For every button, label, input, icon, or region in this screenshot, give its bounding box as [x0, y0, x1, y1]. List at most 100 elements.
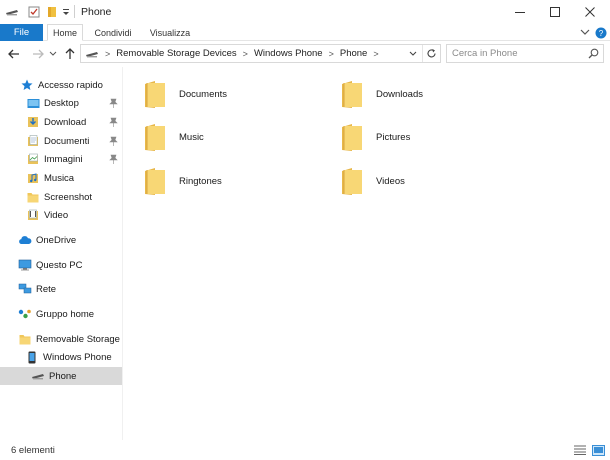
folder-item-pictures[interactable]: Pictures: [320, 117, 510, 157]
sidebar-item-label: Musica: [44, 172, 75, 184]
breadcrumb-windows-phone[interactable]: Windows Phone: [254, 48, 323, 59]
sidebar-item-this-pc[interactable]: Questo PC: [0, 256, 122, 274]
maximize-button[interactable]: [537, 0, 573, 24]
details-view-button[interactable]: [573, 444, 587, 456]
sidebar-item-label: Desktop: [44, 97, 79, 109]
breadcrumb: > Removable Storage Devices > Windows Ph…: [85, 45, 385, 62]
drive-icon[interactable]: [4, 4, 20, 20]
tab-view[interactable]: Visualizza: [144, 24, 196, 41]
pin-icon: [109, 98, 118, 108]
customize-dropdown-icon[interactable]: [61, 4, 71, 20]
arrow-left-icon: [8, 49, 19, 59]
folder-item-ringtones[interactable]: Ringtones: [123, 161, 313, 201]
folder-icon: [342, 81, 362, 108]
video-folder-icon: [26, 208, 40, 222]
arrow-right-icon: [33, 49, 44, 59]
tab-file[interactable]: File: [0, 24, 43, 41]
help-button[interactable]: ?: [594, 26, 607, 39]
folder-label: Pictures: [376, 131, 411, 143]
cloud-icon: [18, 233, 32, 247]
refresh-icon: [427, 49, 436, 58]
item-count: 6 elementi: [11, 445, 55, 456]
sidebar-item-windows-phone[interactable]: Windows Phone: [0, 348, 122, 366]
new-folder-icon[interactable]: [46, 4, 58, 20]
window-title: Phone: [81, 6, 112, 18]
folder-icon: [145, 81, 165, 108]
close-button[interactable]: [572, 0, 608, 24]
folder-icon: [145, 168, 165, 195]
sidebar-item-pictures[interactable]: Immagini: [0, 150, 122, 168]
sidebar-item-network[interactable]: Rete: [0, 280, 122, 298]
breadcrumb-removable-storage[interactable]: Removable Storage Devices: [116, 48, 236, 59]
search-icon[interactable]: [587, 47, 600, 60]
ribbon: File Home Condividi Visualizza ?: [0, 24, 610, 41]
network-icon: [18, 282, 32, 296]
sidebar-item-music[interactable]: Musica: [0, 169, 122, 187]
star-icon: [20, 78, 34, 92]
large-icons-view-button[interactable]: [591, 444, 605, 456]
folder-icon: [26, 96, 40, 110]
sidebar-item-screenshot[interactable]: Screenshot: [0, 188, 122, 206]
homegroup-icon: [18, 307, 32, 321]
large-icons-view-icon: [591, 444, 605, 456]
sidebar-item-label: Accesso rapido: [38, 79, 103, 91]
music-folder-icon: [26, 171, 40, 185]
sidebar-item-onedrive[interactable]: OneDrive: [0, 231, 122, 249]
computer-icon: [18, 258, 32, 272]
tab-share[interactable]: Condividi: [88, 24, 138, 41]
breadcrumb-separator: >: [105, 48, 111, 59]
details-view-icon: [574, 445, 586, 455]
sidebar-item-video[interactable]: Video: [0, 206, 122, 224]
search-box[interactable]: [446, 44, 604, 63]
sidebar-item-documents[interactable]: Documenti: [0, 132, 122, 150]
minimize-icon: [515, 12, 525, 13]
documents-folder-icon: [26, 134, 40, 148]
address-row: > Removable Storage Devices > Windows Ph…: [0, 41, 610, 67]
sidebar-item-label: Download: [44, 116, 87, 128]
sidebar-item-phone[interactable]: Phone: [0, 367, 122, 385]
sidebar-item-label: Windows Phone: [43, 351, 112, 363]
breadcrumb-separator: >: [373, 48, 379, 59]
up-button[interactable]: [62, 46, 78, 62]
folder-item-music[interactable]: Music: [123, 117, 313, 157]
maximize-icon: [550, 7, 560, 17]
folder-label: Ringtones: [179, 175, 222, 187]
sidebar-item-removable-storage[interactable]: Removable Storage D: [0, 330, 122, 348]
address-dropdown-button[interactable]: [406, 45, 420, 62]
folder-label: Documents: [179, 88, 228, 100]
phone-icon: [25, 350, 39, 364]
drive-icon: [31, 369, 45, 383]
help-icon: ?: [595, 27, 606, 38]
folder-icon: [145, 124, 165, 151]
breadcrumb-separator: >: [242, 48, 248, 59]
forward-button[interactable]: [30, 46, 46, 62]
pin-icon: [109, 117, 118, 127]
back-button[interactable]: [6, 46, 22, 62]
properties-check-icon[interactable]: [27, 4, 41, 20]
refresh-button[interactable]: [422, 45, 440, 62]
download-folder-icon: [26, 115, 40, 129]
folder-item-videos[interactable]: Videos: [320, 161, 510, 201]
close-icon: [585, 7, 595, 17]
address-bar[interactable]: > Removable Storage Devices > Windows Ph…: [80, 44, 441, 63]
pictures-folder-icon: [26, 152, 40, 166]
search-input[interactable]: [447, 45, 585, 62]
sidebar-item-label: Removable Storage D: [36, 333, 122, 345]
svg-text:?: ?: [598, 29, 603, 38]
folder-item-documents[interactable]: Documents: [123, 74, 313, 114]
folder-item-downloads[interactable]: Downloads: [320, 74, 510, 114]
sidebar-item-desktop[interactable]: Desktop: [0, 94, 122, 112]
folder-icon: [26, 190, 40, 204]
sidebar-item-download[interactable]: Download: [0, 113, 122, 131]
sidebar-item-label: Screenshot: [44, 191, 93, 203]
folder-icon: [342, 168, 362, 195]
tab-home[interactable]: Home: [47, 24, 83, 41]
sidebar-item-label: Immagini: [44, 153, 83, 165]
sidebar-item-homegroup[interactable]: Gruppo home: [0, 305, 122, 323]
minimize-button[interactable]: [502, 0, 538, 24]
breadcrumb-phone[interactable]: Phone: [340, 48, 367, 59]
breadcrumb-separator: >: [328, 48, 334, 59]
sidebar-item-quick-access[interactable]: Accesso rapido: [0, 76, 122, 94]
recent-locations-button[interactable]: [48, 46, 58, 62]
ribbon-expand-button[interactable]: [578, 26, 592, 39]
